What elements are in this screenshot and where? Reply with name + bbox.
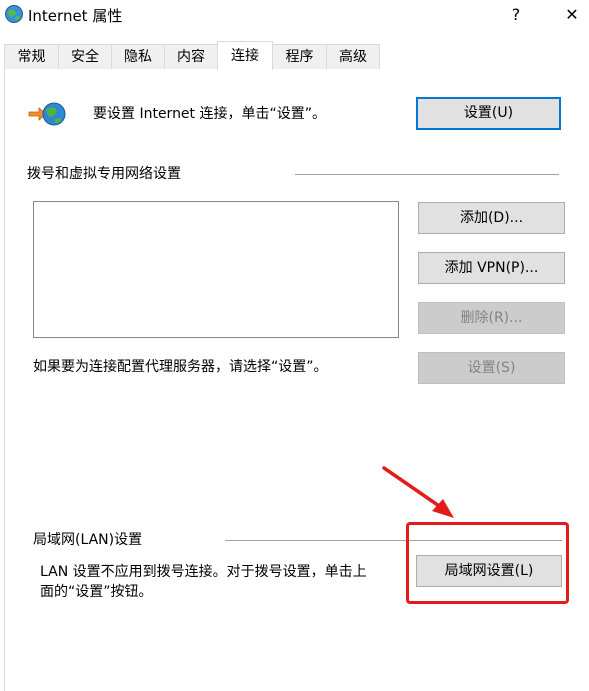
lan-instruction-line1: LAN 设置不应用到拨号连接。对于拨号设置，单击上	[40, 564, 367, 580]
help-button[interactable]: ?	[502, 2, 530, 28]
internet-options-icon	[5, 5, 23, 23]
setup-instruction: 要设置 Internet 连接，单击“设置”。	[93, 106, 326, 122]
dialup-divider	[295, 174, 559, 175]
remove-connection-button[interactable]: 删除(R)...	[418, 302, 565, 334]
connection-globe-icon	[28, 102, 66, 126]
setup-button[interactable]: 设置(U)	[416, 97, 561, 130]
annotation-highlight-box	[406, 522, 569, 604]
proxy-instruction: 如果要为连接配置代理服务器，请选择“设置”。	[33, 359, 328, 375]
add-connection-button[interactable]: 添加(D)...	[418, 202, 565, 234]
tab-security[interactable]: 安全	[58, 44, 112, 69]
tab-programs[interactable]: 程序	[272, 44, 327, 69]
add-vpn-button[interactable]: 添加 VPN(P)...	[418, 252, 565, 284]
connections-list[interactable]	[33, 201, 399, 338]
annotation-arrow	[382, 466, 454, 518]
lan-heading: 局域网(LAN)设置	[33, 532, 143, 548]
title-bar: Internet 属性 ? ✕	[0, 0, 589, 30]
tab-connections[interactable]: 连接	[217, 41, 273, 70]
tab-advanced[interactable]: 高级	[326, 44, 380, 69]
tab-privacy[interactable]: 隐私	[111, 44, 165, 69]
connection-settings-button[interactable]: 设置(S)	[418, 352, 565, 384]
window-title: Internet 属性	[28, 7, 123, 25]
lan-instruction-line2: 面的“设置”按钮。	[40, 584, 153, 600]
tab-general[interactable]: 常规	[4, 44, 59, 69]
close-button[interactable]: ✕	[558, 2, 586, 28]
tab-content[interactable]: 内容	[164, 44, 218, 69]
dialup-heading: 拨号和虚拟专用网络设置	[27, 166, 181, 182]
